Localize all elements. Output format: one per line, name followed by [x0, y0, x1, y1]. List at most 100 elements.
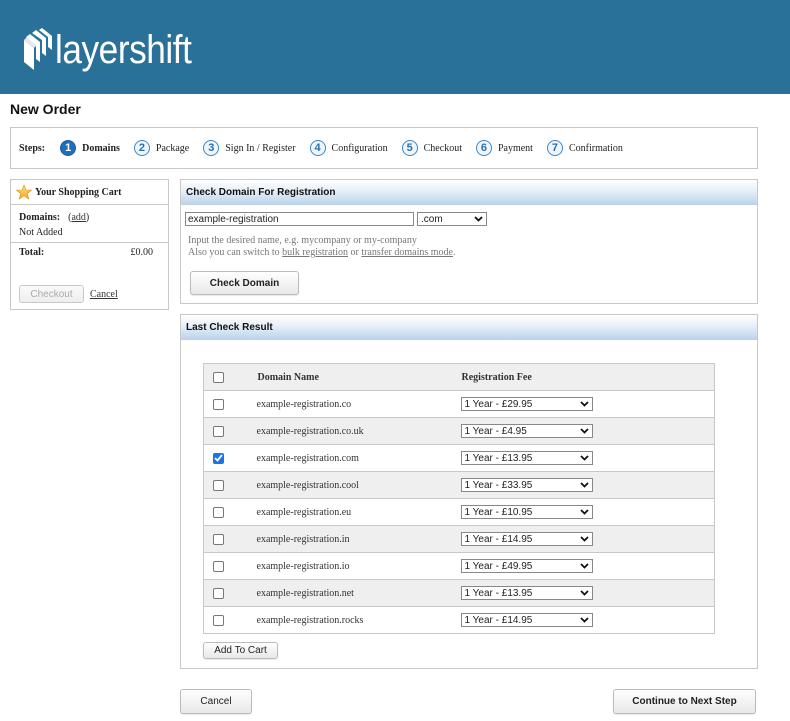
domain-checkbox[interactable] [213, 425, 224, 437]
step-domains[interactable]: 1 Domains [60, 140, 120, 156]
step-label: Domains [82, 142, 120, 154]
star-icon [16, 184, 32, 200]
chevron-down-icon [579, 455, 589, 461]
transfer-domains-link[interactable]: transfer domains mode [361, 247, 453, 258]
step-confirmation[interactable]: 7 Confirmation [546, 140, 623, 156]
logo[interactable]: layershift [22, 28, 210, 72]
step-label: Package [155, 142, 190, 154]
check-domain-button[interactable]: Check Domain [190, 271, 299, 295]
chevron-down-icon [474, 216, 483, 222]
table-header-row: Domain Name Registration Fee [203, 363, 715, 391]
results-table: Domain Name Registration Fee example-reg… [203, 363, 715, 634]
step-payment[interactable]: 6 Payment [475, 140, 533, 156]
fee-selected: 1 Year - £10.95 [464, 506, 533, 518]
step-number-icon: 2 [133, 140, 150, 156]
last-check-result-panel: Last Check Result Domain Name Registrati… [180, 314, 758, 669]
registration-fee-select[interactable]: 1 Year - £49.95 [460, 559, 593, 573]
step-label: Confirmation [568, 142, 623, 154]
step-label: Checkout [423, 142, 462, 154]
total-label: Total: [19, 247, 45, 258]
domain-name-input[interactable] [185, 212, 414, 226]
fee-selected: 1 Year - £49.95 [464, 560, 533, 572]
chevron-down-icon [579, 509, 589, 515]
cart-header: Your Shopping Cart [11, 180, 168, 205]
fee-selected: 1 Year - £13.95 [464, 587, 533, 599]
hint-or: or [347, 247, 362, 258]
chevron-down-icon [579, 401, 589, 407]
registration-fee-select[interactable]: 1 Year - £13.95 [460, 451, 593, 465]
domain-checkbox[interactable] [213, 533, 224, 545]
tld-select[interactable]: .com [417, 212, 487, 226]
step-number-icon: 5 [401, 140, 418, 156]
continue-button[interactable]: Continue to Next Step [613, 689, 756, 714]
domain-name: example-registration.co [256, 398, 352, 410]
domain-checkbox[interactable] [213, 506, 224, 518]
table-row: example-registration.net 1 Year - £13.95 [203, 579, 715, 607]
domain-hint: Input the desired name, e.g. mycompany o… [188, 235, 455, 259]
site-header: layershift [0, 0, 790, 94]
chevron-down-icon [579, 482, 589, 488]
chevron-down-icon [579, 590, 589, 596]
registration-fee-select[interactable]: 1 Year - £10.95 [460, 505, 593, 519]
steps-label: Steps: [19, 142, 46, 154]
domain-name: example-registration.co.uk [256, 425, 364, 437]
brand-name: layershift [55, 28, 192, 72]
step-package[interactable]: 2 Package [133, 140, 190, 156]
checkmark-icon [214, 454, 223, 462]
add-to-cart-button[interactable]: Add To Cart [203, 642, 278, 659]
domain-checkbox[interactable] [213, 452, 224, 464]
domain-name: example-registration.com [256, 452, 359, 464]
domain-checkbox[interactable] [213, 560, 224, 572]
step-sign-in-register[interactable]: 3 Sign In / Register [203, 140, 296, 156]
registration-fee-select[interactable]: 1 Year - £29.95 [460, 397, 593, 411]
domain-checkbox[interactable] [213, 587, 224, 599]
column-domain-name: Domain Name [257, 371, 319, 383]
fee-selected: 1 Year - £14.95 [464, 533, 533, 545]
check-domain-title: Check Domain For Registration [181, 180, 757, 205]
chevron-down-icon [579, 563, 589, 569]
domain-name: example-registration.cool [256, 479, 359, 491]
step-label: Payment [497, 142, 533, 154]
registration-fee-select[interactable]: 1 Year - £14.95 [460, 613, 593, 627]
hint-suffix: . [452, 247, 456, 258]
cart-total: Total: £0.00 [11, 243, 168, 258]
cart-cancel-link[interactable]: Cancel [90, 289, 118, 300]
step-label: Sign In / Register [225, 142, 296, 154]
table-row: example-registration.co.uk 1 Year - £4.95 [203, 417, 715, 445]
domain-checkbox[interactable] [213, 479, 224, 491]
column-registration-fee: Registration Fee [461, 371, 532, 383]
select-all-checkbox[interactable] [213, 371, 224, 383]
domain-checkbox[interactable] [213, 398, 224, 410]
domain-checkbox[interactable] [213, 614, 224, 626]
cancel-button[interactable]: Cancel [180, 689, 252, 714]
add-domain-link[interactable]: add [71, 212, 85, 223]
registration-fee-select[interactable]: 1 Year - £4.95 [460, 424, 593, 438]
cart-title: Your Shopping Cart [35, 186, 122, 198]
table-row: example-registration.io 1 Year - £49.95 [203, 553, 715, 580]
domains-label: Domains: [19, 212, 61, 223]
step-number-icon: 1 [60, 140, 77, 156]
hint-line-1: Input the desired name, e.g. mycompany o… [188, 235, 417, 246]
table-row: example-registration.rocks 1 Year - £14.9… [203, 607, 715, 634]
registration-fee-select[interactable]: 1 Year - £33.95 [460, 478, 593, 492]
step-configuration[interactable]: 4 Configuration [309, 140, 388, 156]
chevron-down-icon [579, 428, 589, 434]
registration-fee-select[interactable]: 1 Year - £13.95 [460, 586, 593, 600]
checkout-button[interactable]: Checkout [19, 285, 84, 303]
fee-selected: 1 Year - £4.95 [464, 425, 527, 437]
fee-selected: 1 Year - £29.95 [464, 398, 533, 410]
step-checkout[interactable]: 5 Checkout [401, 140, 462, 156]
table-row: example-registration.com 1 Year - £13.95 [203, 445, 715, 472]
table-row: example-registration.cool 1 Year - £33.95 [203, 471, 715, 499]
step-number-icon: 6 [475, 140, 492, 156]
registration-fee-select[interactable]: 1 Year - £14.95 [460, 532, 593, 546]
bulk-registration-link[interactable]: bulk registration [282, 247, 348, 258]
total-value: £0.00 [130, 247, 154, 258]
table-row: example-registration.eu 1 Year - £10.95 [203, 499, 715, 526]
cart-domains: Domains: (add) Not Added [11, 205, 168, 243]
fee-selected: 1 Year - £13.95 [464, 452, 533, 464]
domains-status: Not Added [19, 227, 63, 238]
domain-name: example-registration.eu [256, 506, 352, 518]
chevron-down-icon [579, 617, 589, 623]
fee-selected: 1 Year - £14.95 [464, 614, 533, 626]
